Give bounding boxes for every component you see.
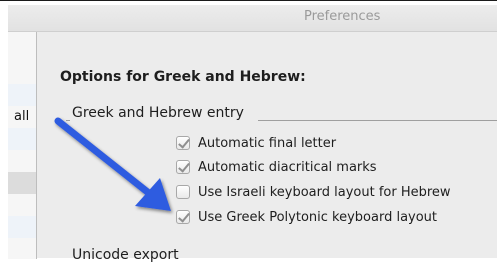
group-divider [258,120,497,121]
group-divider [66,120,70,121]
automatic-diacritical-marks-label: Automatic diacritical marks [198,159,377,175]
preferences-window: Preferences all Options for Greek and He… [0,0,497,263]
automatic-diacritical-marks-checkbox[interactable] [176,160,190,174]
unicode-export-title: Unicode export [72,247,179,263]
automatic-final-letter-checkbox[interactable] [176,136,190,150]
title-bar: Preferences [8,5,497,32]
sidebar: all [8,32,37,259]
greek-polytonic-keyboard-label: Use Greek Polytonic keyboard layout [198,209,438,225]
sidebar-item[interactable] [8,62,36,84]
window-title: Preferences [304,9,381,24]
section-title: Options for Greek and Hebrew: [60,69,306,85]
sidebar-item[interactable] [8,128,36,150]
sidebar-item[interactable] [8,216,36,238]
greek-hebrew-entry-title: Greek and Hebrew entry [72,105,244,121]
sidebar-item-label: all [14,109,30,124]
israeli-keyboard-label: Use Israeli keyboard layout for Hebrew [198,184,451,200]
greek-polytonic-keyboard-option[interactable]: Use Greek Polytonic keyboard layout [176,207,437,227]
sidebar-item[interactable] [8,84,36,106]
sidebar-item-selected[interactable] [8,172,36,194]
sidebar-item[interactable]: all [8,106,36,128]
greek-polytonic-keyboard-checkbox[interactable] [176,210,190,224]
automatic-final-letter-label: Automatic final letter [198,135,337,151]
israeli-keyboard-option[interactable]: Use Israeli keyboard layout for Hebrew [176,182,451,202]
israeli-keyboard-checkbox[interactable] [176,185,190,199]
automatic-diacritical-marks-option[interactable]: Automatic diacritical marks [176,157,377,177]
automatic-final-letter-option[interactable]: Automatic final letter [176,133,336,153]
